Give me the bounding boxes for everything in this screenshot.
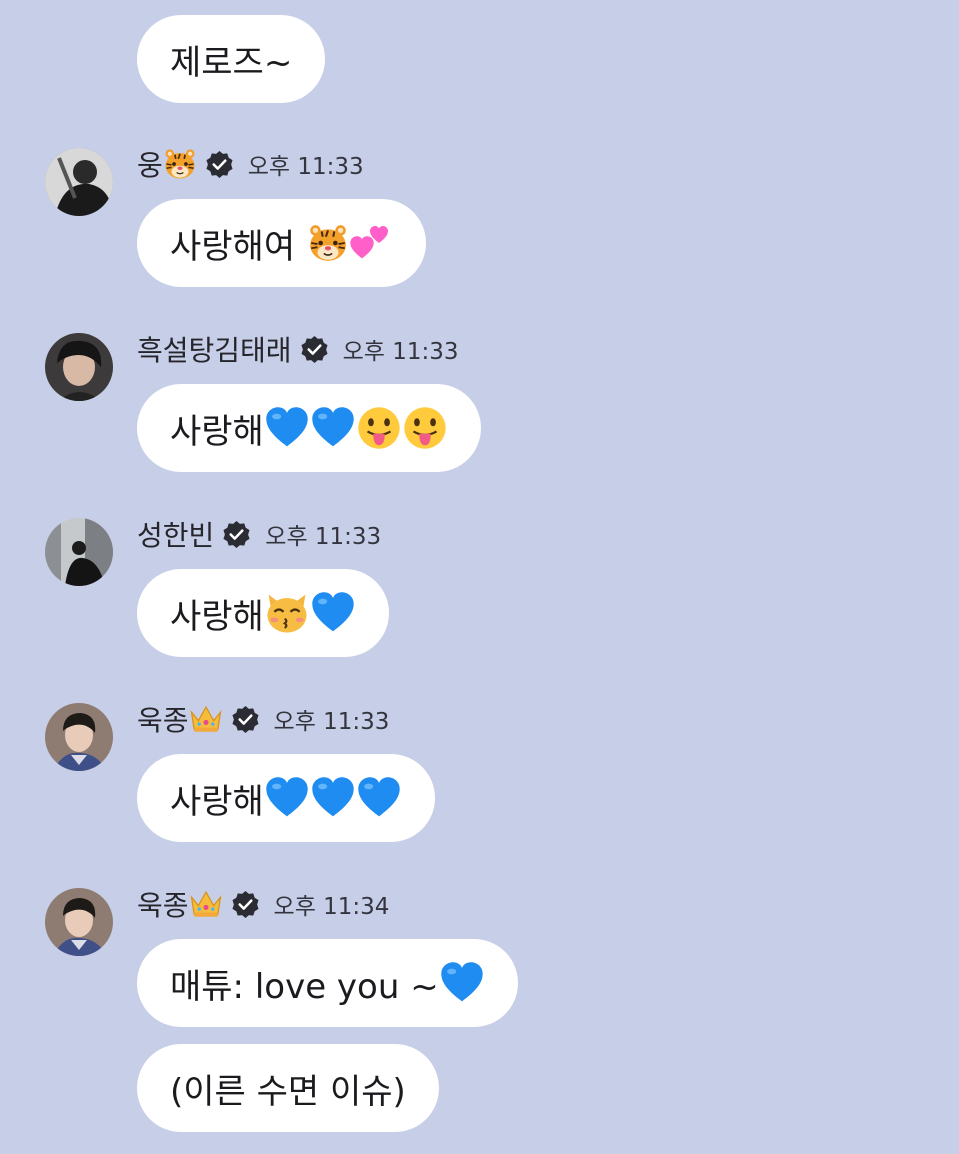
- tongue-face-icon: [402, 405, 448, 451]
- tiger-face-icon: [163, 147, 197, 181]
- message-header: 웅 오후 11:33: [137, 144, 364, 184]
- verified-badge-icon: [300, 335, 329, 364]
- blue-heart-icon: [439, 960, 485, 1006]
- sender-name[interactable]: 욱종: [137, 699, 189, 739]
- message-text: 사랑해: [170, 411, 264, 452]
- avatar[interactable]: [45, 703, 113, 771]
- verified-badge-icon: [222, 520, 251, 549]
- crown-icon: [189, 702, 223, 736]
- message-header: 욱종 오후 11:33: [137, 699, 389, 739]
- tiger-face-icon: [307, 222, 349, 264]
- message-bubble[interactable]: 제로즈~: [137, 15, 326, 103]
- timestamp: 오후 11:34: [273, 894, 390, 920]
- message-text: 사랑해: [170, 596, 264, 637]
- blue-heart-icon: [264, 405, 310, 451]
- blue-heart-icon: [310, 590, 356, 636]
- timestamp: 오후 11:33: [342, 339, 459, 365]
- kissing-cat-icon: [264, 590, 310, 636]
- sender-name[interactable]: 욱종: [137, 884, 189, 924]
- message-header: 욱종 오후 11:34: [137, 884, 389, 924]
- sender-name[interactable]: 흑설탕김태래: [137, 329, 292, 369]
- blue-heart-icon: [264, 775, 310, 821]
- avatar[interactable]: [45, 888, 113, 956]
- message-text: (이른 수면 이슈): [170, 1071, 406, 1112]
- message-text: 사랑해: [170, 781, 264, 822]
- blue-heart-icon: [356, 775, 402, 821]
- message-text: 사랑해여: [170, 226, 296, 267]
- avatar[interactable]: [45, 148, 113, 216]
- message-text: 매튜: love you ~: [170, 966, 439, 1007]
- message-header: 흑설탕김태래 오후 11:33: [137, 329, 458, 369]
- avatar[interactable]: [45, 518, 113, 586]
- verified-badge-icon: [231, 890, 260, 919]
- message-header: 성한빈 오후 11:33: [137, 514, 381, 554]
- crown-icon: [189, 887, 223, 921]
- timestamp: 오후 11:33: [273, 709, 390, 735]
- verified-badge-icon: [205, 150, 234, 179]
- timestamp: 오후 11:33: [265, 524, 382, 550]
- blue-heart-icon: [310, 405, 356, 451]
- tongue-face-icon: [356, 405, 402, 451]
- sender-name[interactable]: 웅: [137, 144, 163, 184]
- message-bubble[interactable]: 사랑해: [137, 384, 481, 472]
- message-bubble[interactable]: 매튜: love you ~: [137, 939, 518, 1027]
- timestamp: 오후 11:33: [247, 154, 364, 180]
- avatar[interactable]: [45, 333, 113, 401]
- two-hearts-icon: [349, 221, 393, 265]
- message-bubble[interactable]: 사랑해여: [137, 199, 427, 287]
- message-bubble[interactable]: (이른 수면 이슈): [137, 1044, 439, 1132]
- sender-name[interactable]: 성한빈: [137, 514, 214, 554]
- message-text: 제로즈~: [170, 42, 293, 83]
- blue-heart-icon: [310, 775, 356, 821]
- message-bubble[interactable]: 사랑해: [137, 754, 435, 842]
- verified-badge-icon: [231, 705, 260, 734]
- message-bubble[interactable]: 사랑해: [137, 569, 389, 657]
